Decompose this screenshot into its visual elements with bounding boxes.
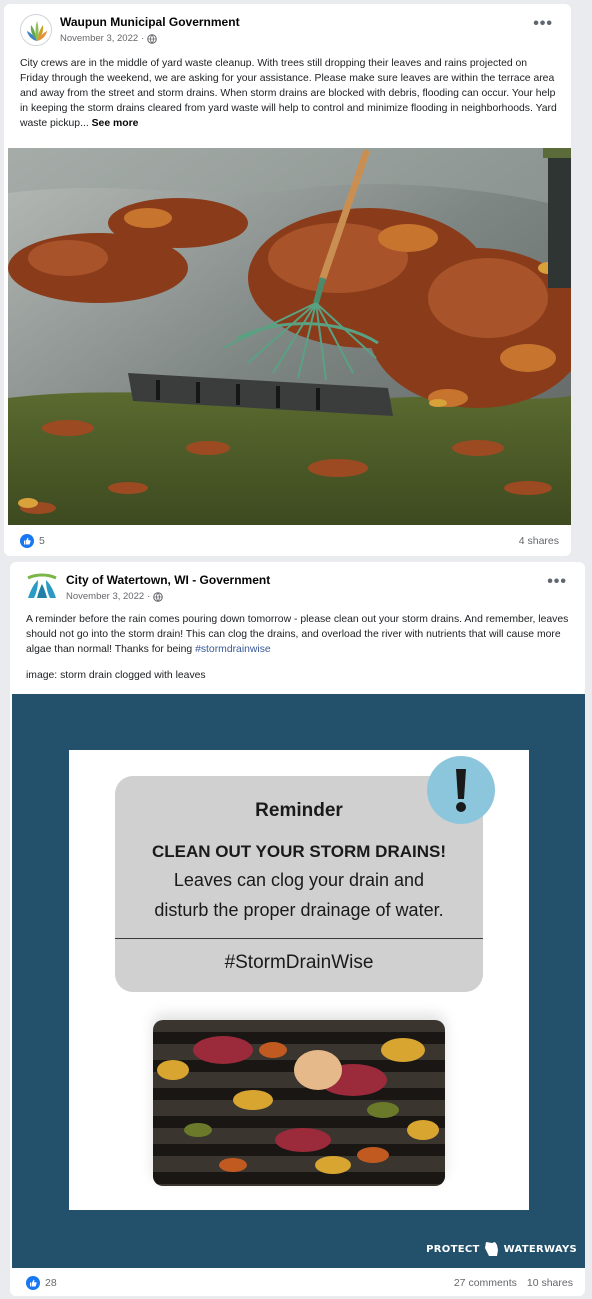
graphic-line-1: Leaves can clog your drain and <box>173 870 425 890</box>
wisconsin-icon <box>484 1242 498 1256</box>
graphic-card: Reminder CLEAN OUT YOUR STORM DRAINS! Le… <box>69 750 529 1210</box>
post-footer: 28 27 comments 10 shares <box>10 1268 585 1296</box>
post-waupun: Waupun Municipal Government November 3, … <box>4 4 571 556</box>
graphic-line-2: disturb the proper drainage of water. <box>154 900 444 920</box>
post-author[interactable]: Waupun Municipal Government <box>60 15 240 29</box>
exclamation-icon <box>427 756 495 824</box>
post-date[interactable]: November 3, 2022 <box>60 33 138 44</box>
graphic-title: Reminder <box>255 800 343 821</box>
globe-icon <box>147 33 158 44</box>
post-author[interactable]: City of Watertown, WI - Government <box>66 573 270 587</box>
shares-count[interactable]: 4 shares <box>519 535 559 547</box>
shares-count[interactable]: 10 shares <box>527 1277 573 1289</box>
hashtag-link[interactable]: #stormdrainwise <box>195 644 271 655</box>
more-options-icon[interactable]: ••• <box>547 574 567 590</box>
globe-icon <box>153 591 164 602</box>
reaction-count[interactable]: 28 <box>45 1277 57 1289</box>
post-footer: 5 4 shares <box>4 526 571 556</box>
reaction-count[interactable]: 5 <box>39 535 45 547</box>
thumbs-up-icon[interactable] <box>26 1276 40 1290</box>
post-header: City of Watertown, WI - Government Novem… <box>10 562 585 610</box>
drain-clogged-photo <box>153 1020 445 1186</box>
post-date[interactable]: November 3, 2022 <box>66 591 144 602</box>
post-watertown: City of Watertown, WI - Government Novem… <box>10 562 585 1296</box>
image-caption: image: storm drain clogged with leaves <box>26 670 206 681</box>
post-body: City crews are in the middle of yard was… <box>20 58 557 129</box>
post-photo-rake-leaves[interactable] <box>8 148 571 525</box>
graphic-headline: CLEAN OUT YOUR STORM DRAINS! <box>151 842 447 861</box>
thumbs-up-icon[interactable] <box>20 534 34 548</box>
graphic-divider <box>115 938 483 939</box>
waupun-avatar[interactable] <box>20 14 52 46</box>
post-meta: November 3, 2022 · <box>60 33 158 44</box>
post-header: Waupun Municipal Government November 3, … <box>4 4 571 52</box>
speech-bubble: Reminder CLEAN OUT YOUR STORM DRAINS! Le… <box>115 776 483 992</box>
post-graphic-storm-drain-reminder[interactable]: Reminder CLEAN OUT YOUR STORM DRAINS! Le… <box>12 694 585 1268</box>
post-body: A reminder before the rain comes pouring… <box>26 614 569 655</box>
graphic-hashtag: #StormDrainWise <box>224 952 374 973</box>
comments-count[interactable]: 27 comments <box>454 1277 517 1289</box>
more-options-icon[interactable]: ••• <box>533 16 553 32</box>
protect-waterways-logo: PROTECT WATERWAYS <box>426 1240 577 1258</box>
post-meta: November 3, 2022 · <box>66 591 164 602</box>
see-more-link[interactable]: See more <box>92 118 139 129</box>
watertown-avatar[interactable] <box>26 572 58 604</box>
